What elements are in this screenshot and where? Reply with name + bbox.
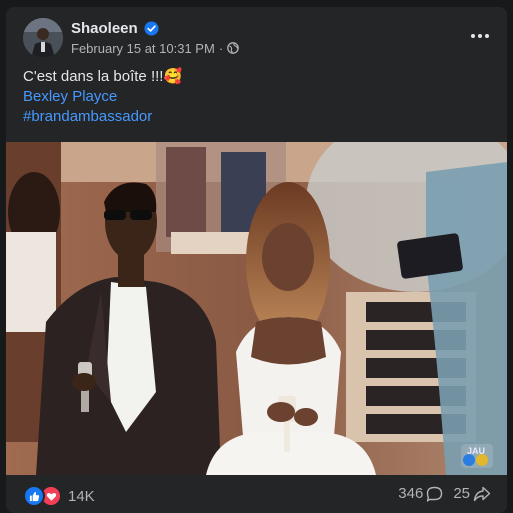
post-header: Shaoleen February 15 at 10:31 PM ·	[23, 18, 493, 58]
engagement-stats: 346 25	[398, 485, 491, 502]
post-body: C'est dans la boîte !!!🥰 Bexley Playce #…	[23, 67, 493, 127]
hashtag-link[interactable]: #brandambassador	[23, 107, 493, 127]
shares-stat[interactable]: 25	[453, 485, 491, 502]
watermark-text: JAU	[467, 446, 485, 456]
comment-count: 346	[398, 485, 424, 502]
post-timestamp[interactable]: February 15 at 10:31 PM	[71, 41, 215, 56]
photo-watermark: JAU	[461, 444, 493, 468]
share-count: 25	[453, 485, 470, 502]
more-options-icon[interactable]	[467, 26, 493, 46]
location-link[interactable]: Bexley Playce	[23, 87, 493, 107]
share-icon	[473, 486, 491, 501]
like-icon	[23, 485, 45, 507]
author-row: Shaoleen	[71, 18, 159, 38]
reaction-count: 14K	[68, 487, 95, 505]
post-caption: C'est dans la boîte !!!🥰	[23, 68, 183, 85]
comment-icon	[427, 486, 443, 502]
verified-badge-icon	[144, 20, 159, 36]
meta-separator: ·	[218, 40, 224, 56]
post-card: Shaoleen February 15 at 10:31 PM · C'est…	[6, 7, 507, 513]
author-name[interactable]: Shaoleen	[71, 20, 138, 37]
post-photo[interactable]: JAU	[6, 142, 507, 475]
author-avatar[interactable]	[23, 18, 63, 58]
post-footer: 14K 346 25	[6, 475, 507, 513]
comments-stat[interactable]: 346	[398, 485, 443, 502]
reactions-summary[interactable]: 14K	[23, 485, 95, 507]
post-meta: February 15 at 10:31 PM ·	[71, 39, 240, 57]
globe-icon[interactable]	[227, 42, 240, 54]
